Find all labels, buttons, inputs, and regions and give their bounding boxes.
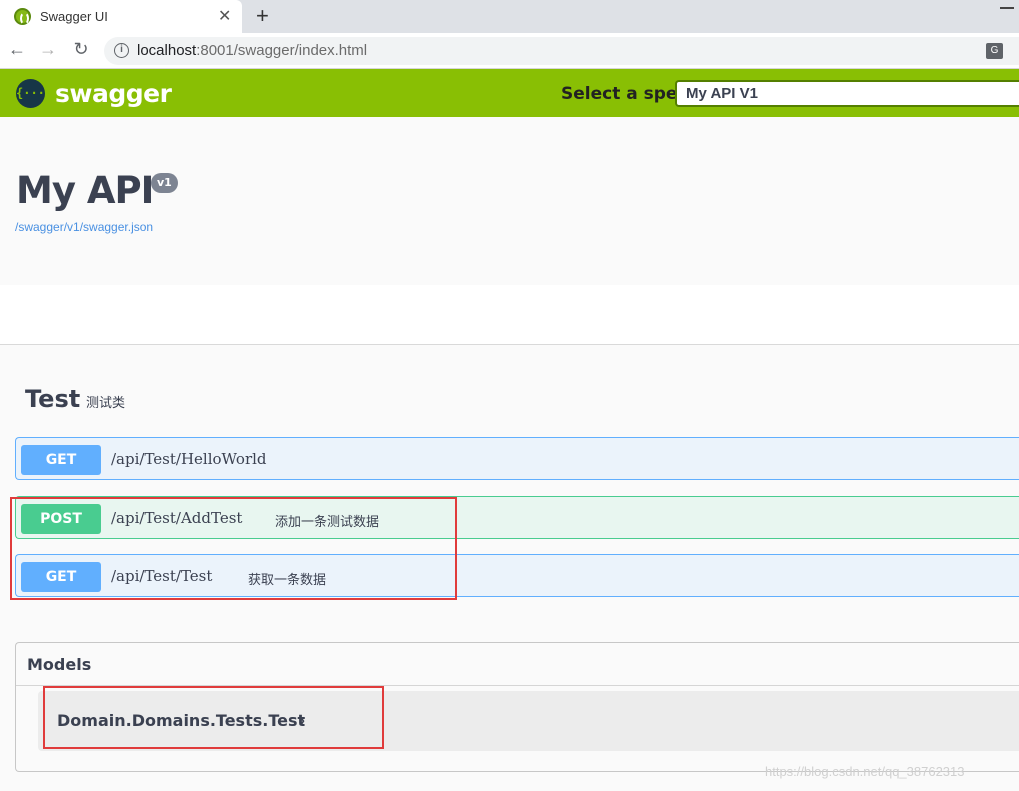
select-spec-label: Select a spec	[561, 84, 688, 104]
highlight-box-operations	[10, 497, 457, 600]
api-title: My API	[16, 169, 154, 212]
forward-arrow-icon[interactable]: →	[37, 39, 59, 60]
address-bar[interactable]: i localhost:8001/swagger/index.html G	[104, 37, 1019, 65]
models-header[interactable]: Models	[16, 643, 1019, 686]
site-info-icon[interactable]: i	[114, 43, 129, 58]
translate-icon[interactable]: G	[986, 43, 1003, 59]
spec-select[interactable]: My API V1	[675, 80, 1019, 107]
api-info: My API v1 /swagger/v1/swagger.json	[0, 117, 1019, 285]
tab-title: Swagger UI	[40, 9, 108, 24]
browser-tab[interactable]: Swagger UI ✕	[0, 0, 242, 33]
operation-get-helloworld[interactable]: GET /api/Test/HelloWorld	[15, 437, 1019, 480]
version-badge: v1	[151, 173, 178, 193]
reload-icon[interactable]: ↻	[70, 39, 92, 60]
swagger-logo-text[interactable]: swagger	[55, 79, 172, 108]
spec-select-value: My API V1	[686, 85, 758, 102]
swagger-logo-icon[interactable]: {···}	[16, 79, 52, 108]
tag-title[interactable]: Test	[25, 385, 80, 413]
models-title: Models	[27, 655, 92, 674]
tag-description: 测试类	[86, 395, 126, 410]
watermark: https://blog.csdn.net/qq_38762313	[765, 764, 965, 779]
highlight-box-model	[43, 686, 384, 749]
tab-close-icon[interactable]: ✕	[218, 6, 231, 26]
window-minimize-icon[interactable]	[1000, 7, 1014, 9]
spec-json-link[interactable]: /swagger/v1/swagger.json	[15, 220, 153, 234]
method-badge: GET	[21, 445, 101, 475]
scheme-container	[0, 285, 1019, 345]
browser-tabstrip: Swagger UI ✕ +	[0, 0, 1019, 33]
swagger-favicon-icon	[14, 8, 31, 25]
back-arrow-icon[interactable]: ←	[6, 39, 28, 60]
swagger-topbar: {···} swagger Select a spec My API V1	[0, 69, 1019, 117]
operation-path: /api/Test/HelloWorld	[111, 450, 267, 468]
browser-toolbar: ← → ↻ i localhost:8001/swagger/index.htm…	[0, 33, 1019, 69]
url-text[interactable]: localhost:8001/swagger/index.html	[137, 42, 367, 59]
new-tab-button[interactable]: +	[256, 3, 269, 29]
